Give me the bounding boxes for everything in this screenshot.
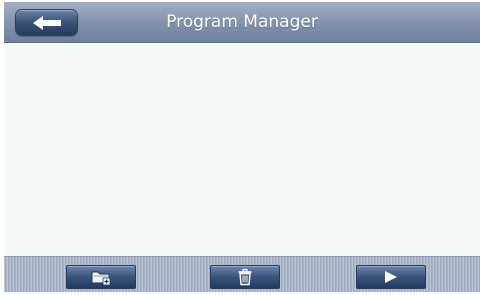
back-button[interactable] — [15, 9, 78, 36]
play-icon — [385, 271, 397, 283]
new-folder-icon — [91, 271, 111, 285]
arrow-left-icon — [33, 16, 61, 30]
bottom-toolbar — [4, 256, 480, 292]
play-button[interactable] — [356, 265, 426, 289]
title-bar: Program Manager — [4, 2, 480, 43]
program-list[interactable] — [4, 43, 480, 256]
program-manager-screen: Program Manager — [0, 0, 484, 295]
trash-icon — [238, 268, 252, 286]
new-folder-button[interactable] — [66, 265, 136, 289]
delete-button[interactable] — [210, 265, 280, 289]
